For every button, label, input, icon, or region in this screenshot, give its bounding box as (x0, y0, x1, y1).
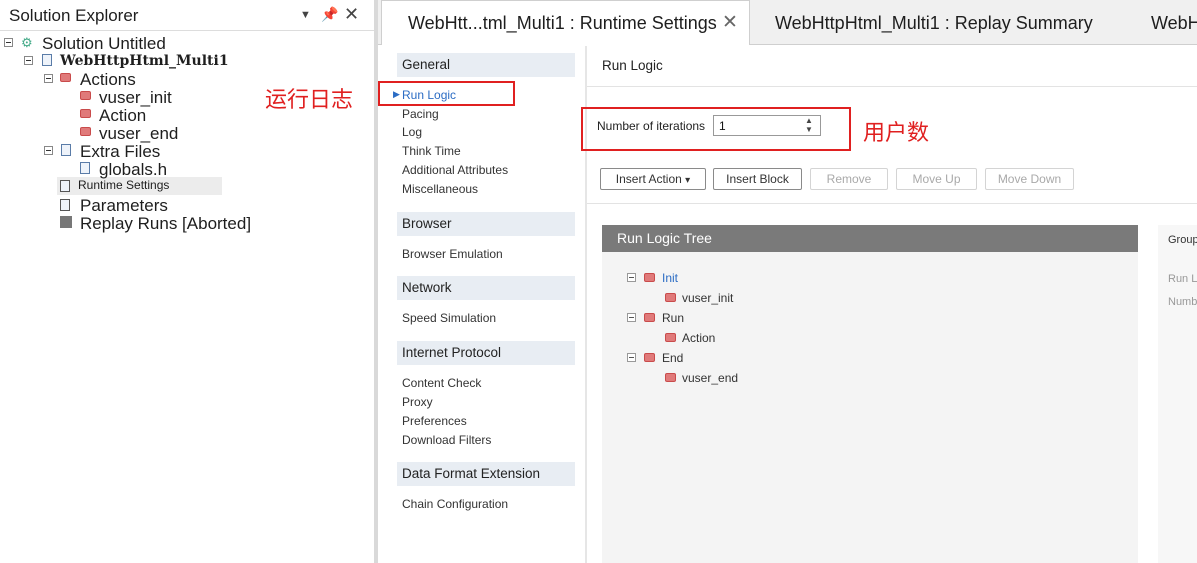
action-icon (80, 91, 91, 100)
solution-explorer-header: Solution Explorer ▼ 📌 ✕ (0, 0, 374, 31)
settings-icon (60, 180, 70, 192)
tab-overflow[interactable]: WebH (1151, 13, 1197, 57)
tab-label: WebHtt...tml_Multi1 : Runtime Settings (408, 13, 717, 33)
parameters-icon (60, 199, 70, 211)
actions-icon (60, 73, 71, 82)
properties-panel: Group Run L Numb (1158, 225, 1197, 563)
iterations-value: 1 (719, 119, 726, 133)
spin-down-icon[interactable]: ▼ (805, 125, 813, 134)
collapse-icon[interactable] (44, 74, 53, 83)
nav-think-time[interactable]: Think Time (402, 144, 461, 158)
section-general: General (397, 53, 575, 77)
block-icon (644, 273, 655, 282)
section-browser: Browser (397, 212, 575, 236)
replay-icon (60, 216, 72, 228)
nav-preferences[interactable]: Preferences (402, 414, 467, 428)
collapse-icon[interactable] (44, 146, 53, 155)
tree-runtime-settings[interactable]: Runtime Settings (78, 178, 169, 192)
tree-action[interactable]: Action (99, 107, 146, 125)
nav-content-check[interactable]: Content Check (402, 376, 481, 390)
remove-button[interactable]: Remove (810, 168, 888, 190)
section-internet-protocol: Internet Protocol (397, 341, 575, 365)
move-up-button[interactable]: Move Up (896, 168, 977, 190)
tree-globals[interactable]: globals.h (99, 161, 167, 179)
block-icon (644, 313, 655, 322)
iterations-input[interactable]: 1 ▲ ▼ (713, 115, 821, 136)
move-down-button[interactable]: Move Down (985, 168, 1074, 190)
nav-log[interactable]: Log (402, 125, 422, 139)
tab-replay-summary[interactable]: WebHttpHtml_Multi1 : Replay Summary (775, 13, 1093, 57)
run-logic-tree-title: Run Logic Tree (617, 230, 712, 246)
divider (587, 86, 1197, 87)
folder-icon (61, 144, 71, 156)
annotation-run-log: 运行日志 (265, 87, 354, 112)
nav-miscellaneous[interactable]: Miscellaneous (402, 182, 478, 196)
collapse-icon[interactable] (24, 56, 33, 65)
insert-block-button[interactable]: Insert Block (713, 168, 802, 190)
pin-icon[interactable]: 📌 (321, 6, 338, 23)
collapse-icon[interactable] (627, 273, 636, 282)
insert-action-button[interactable]: Insert Action ▾ (600, 168, 706, 190)
nav-chain-configuration[interactable]: Chain Configuration (402, 497, 508, 511)
tree-vuser-end[interactable]: vuser_end (99, 125, 178, 143)
tree-script[interactable]: WebHttpHtml_Multi1 (60, 52, 229, 70)
collapse-icon[interactable] (627, 353, 636, 362)
tree-extra-files[interactable]: Extra Files (80, 143, 160, 161)
highlight-box (378, 81, 515, 106)
solution-explorer: Solution Explorer ▼ 📌 ✕ ⚙ Solution Untit… (0, 0, 374, 563)
dropdown-icon[interactable]: ▼ (300, 9, 311, 21)
section-data-format: Data Format Extension (397, 462, 575, 486)
nav-speed-simulation[interactable]: Speed Simulation (402, 311, 496, 325)
tree-node-vuser-end[interactable]: vuser_end (682, 371, 738, 385)
collapse-icon[interactable] (4, 38, 13, 47)
tree-parameters[interactable]: Parameters (80, 197, 168, 215)
block-icon (644, 353, 655, 362)
page-title: Run Logic (602, 58, 663, 73)
nav-download-filters[interactable]: Download Filters (402, 433, 491, 447)
close-tab-icon[interactable]: ✕ (722, 11, 738, 34)
tab-runtime-settings[interactable]: WebHtt...tml_Multi1 : Runtime Settings ✕ (381, 0, 750, 45)
group-label: Group (1168, 234, 1197, 246)
solution-explorer-title: Solution Explorer (9, 6, 139, 25)
tree-solution[interactable]: Solution Untitled (42, 35, 166, 53)
nav-proxy[interactable]: Proxy (402, 395, 433, 409)
divider (587, 203, 1197, 204)
spin-up-icon[interactable]: ▲ (805, 116, 813, 125)
collapse-icon[interactable] (627, 313, 636, 322)
tree-node-end[interactable]: End (662, 351, 683, 365)
run-label: Run L (1168, 273, 1197, 285)
number-label: Numb (1168, 296, 1197, 308)
file-icon (80, 162, 90, 174)
tree-node-action[interactable]: Action (682, 331, 715, 345)
script-icon (42, 54, 52, 66)
tree-node-vuser-init[interactable]: vuser_init (682, 291, 733, 305)
run-logic-tree-header: Run Logic Tree (602, 225, 1138, 252)
tree-node-init[interactable]: Init (662, 271, 678, 285)
action-icon (665, 293, 676, 302)
tree-replay-runs[interactable]: Replay Runs [Aborted] (80, 215, 251, 233)
action-icon (665, 373, 676, 382)
action-icon (80, 127, 91, 136)
tree-node-run[interactable]: Run (662, 311, 684, 325)
solution-icon: ⚙ (21, 35, 33, 50)
close-icon[interactable]: ✕ (344, 4, 359, 25)
action-icon (665, 333, 676, 342)
tree-actions[interactable]: Actions (80, 71, 136, 89)
action-icon (80, 109, 91, 118)
nav-pacing[interactable]: Pacing (402, 107, 439, 121)
nav-additional-attributes[interactable]: Additional Attributes (402, 163, 508, 177)
iterations-label: Number of iterations (597, 119, 706, 133)
section-network: Network (397, 276, 575, 300)
annotation-user-count: 用户数 (863, 120, 930, 145)
tree-vuser-init[interactable]: vuser_init (99, 89, 172, 107)
nav-browser-emulation[interactable]: Browser Emulation (402, 247, 503, 261)
